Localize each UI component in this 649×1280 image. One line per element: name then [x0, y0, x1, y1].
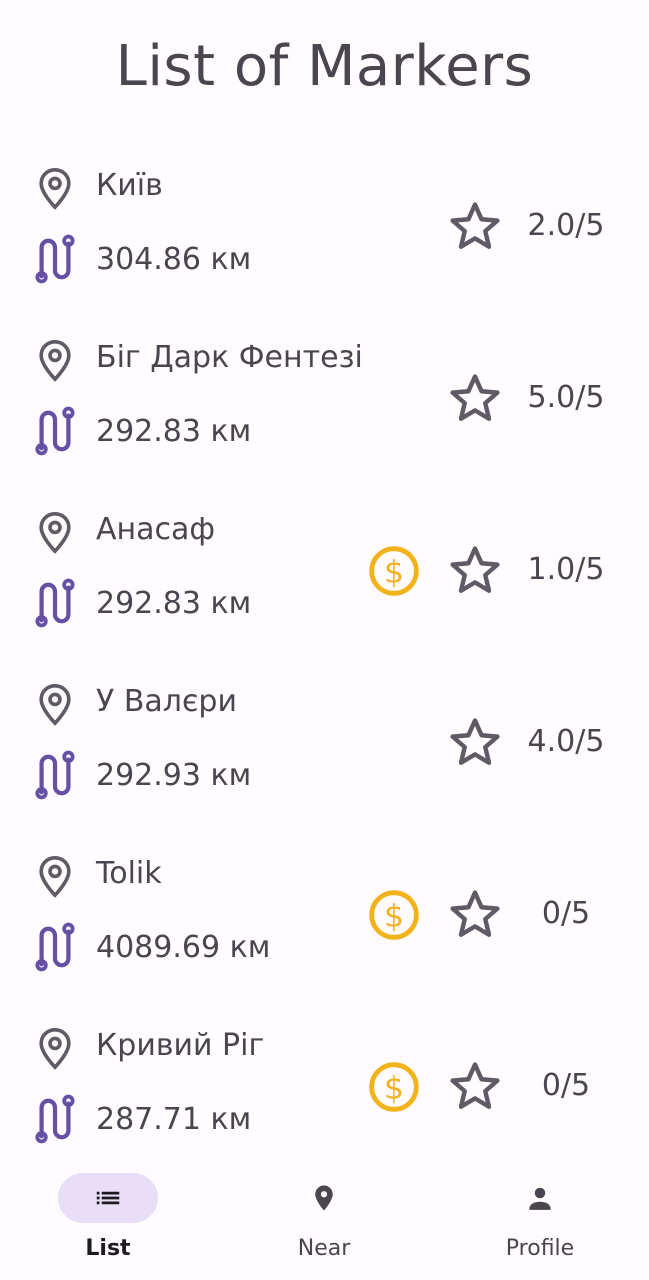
marker-rating: 0/5 — [541, 896, 591, 931]
star-icon[interactable] — [446, 1058, 504, 1114]
marker-name: Tolik — [96, 856, 162, 891]
route-icon — [35, 578, 75, 628]
svg-text:$: $ — [384, 554, 404, 590]
marker-name: Анасаф — [96, 512, 216, 547]
star-icon[interactable] — [446, 886, 504, 942]
nav-label: List — [85, 1236, 131, 1261]
marker-list-item[interactable]: У Валєри 292.93 км 4.0/5 — [0, 656, 649, 828]
marker-list-item[interactable]: Біг Дарк Фентезі 292.83 км 5.0/5 — [0, 312, 649, 484]
nav-label: Profile — [505, 1236, 575, 1261]
marker-rating: 0/5 — [541, 1068, 591, 1103]
route-icon — [35, 406, 75, 456]
route-icon — [35, 922, 75, 972]
marker-name: Кривий Ріг — [96, 1028, 265, 1063]
location-pin-icon — [315, 1185, 333, 1211]
markers-list[interactable]: Київ 304.86 км 2.0/5 Біг Дарк Фентезі 29… — [0, 140, 649, 1172]
svg-text:$: $ — [384, 1070, 404, 1106]
location-pin-icon — [39, 511, 71, 554]
marker-rating: 4.0/5 — [527, 724, 605, 759]
location-pin-icon — [39, 339, 71, 382]
marker-list-item[interactable]: Анасаф 292.83 км $ 1.0/5 — [0, 484, 649, 656]
marker-distance: 292.83 км — [96, 414, 252, 449]
route-icon — [35, 1094, 75, 1144]
marker-list-item[interactable]: Київ 304.86 км 2.0/5 — [0, 140, 649, 312]
app-screen: List of Markers Київ 304.86 км 2.0/5 Біг… — [0, 0, 649, 1280]
marker-distance: 292.93 км — [96, 758, 252, 793]
nav-item-list[interactable]: List — [0, 1160, 216, 1280]
person-icon — [529, 1187, 551, 1210]
route-icon — [35, 750, 75, 800]
location-pin-icon — [39, 855, 71, 898]
page-title: List of Markers — [115, 34, 534, 99]
marker-distance: 287.71 км — [96, 1102, 252, 1137]
route-icon — [35, 234, 75, 284]
marker-list-item[interactable]: Tolik 4089.69 км $ 0/5 — [0, 828, 649, 1000]
paid-coin-icon: $ — [369, 546, 419, 596]
marker-rating: 5.0/5 — [527, 380, 605, 415]
marker-name: Біг Дарк Фентезі — [96, 340, 363, 375]
paid-coin-icon: $ — [369, 890, 419, 940]
paid-coin-icon: $ — [369, 1062, 419, 1112]
list-icon — [96, 1191, 120, 1205]
marker-distance: 304.86 км — [96, 242, 252, 277]
star-icon[interactable] — [446, 198, 504, 254]
marker-list-item[interactable]: Кривий Ріг 287.71 км $ 0/5 — [0, 1000, 649, 1172]
location-pin-icon — [39, 1027, 71, 1070]
svg-text:$: $ — [384, 898, 404, 934]
star-icon[interactable] — [446, 370, 504, 426]
star-icon[interactable] — [446, 714, 504, 770]
location-pin-icon — [39, 167, 71, 210]
bottom-navigation-bar: List Near Profile — [0, 1160, 649, 1280]
marker-rating: 2.0/5 — [527, 208, 605, 243]
star-icon[interactable] — [446, 542, 504, 598]
location-pin-icon — [39, 683, 71, 726]
marker-name: У Валєри — [96, 684, 237, 719]
nav-item-near[interactable]: Near — [216, 1160, 432, 1280]
marker-rating: 1.0/5 — [527, 552, 605, 587]
marker-name: Київ — [96, 168, 163, 203]
nav-label: Near — [297, 1236, 351, 1261]
marker-distance: 4089.69 км — [96, 930, 271, 965]
nav-item-profile[interactable]: Profile — [432, 1160, 648, 1280]
marker-distance: 292.83 км — [96, 586, 252, 621]
